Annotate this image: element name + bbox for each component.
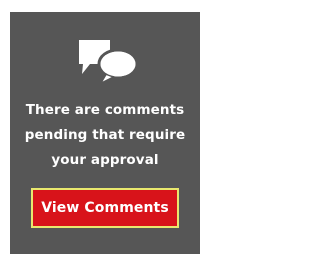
message-line-1: There are comments bbox=[25, 102, 185, 118]
pending-comments-panel: There are comments pending that require … bbox=[10, 12, 200, 254]
message-line-2: pending that require bbox=[24, 127, 186, 143]
view-comments-button[interactable]: View Comments bbox=[31, 188, 179, 228]
pending-comments-message: There are comments pending that require … bbox=[16, 98, 194, 173]
comments-icon bbox=[76, 38, 140, 86]
view-comments-button-label: View Comments bbox=[41, 200, 169, 216]
message-line-3: your approval bbox=[51, 152, 159, 168]
